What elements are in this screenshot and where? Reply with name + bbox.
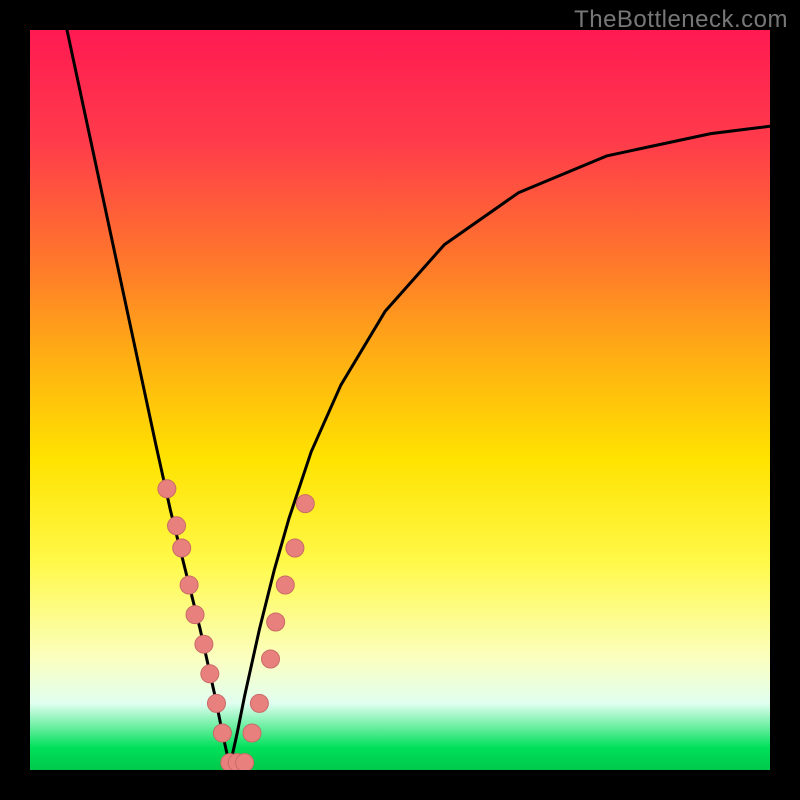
- curve-marker: [267, 613, 285, 631]
- plot-area: [30, 30, 770, 770]
- curve-marker: [243, 724, 261, 742]
- curve-marker: [213, 724, 231, 742]
- curve-marker: [186, 606, 204, 624]
- curve-marker: [195, 635, 213, 653]
- curve-marker: [262, 650, 280, 668]
- curve-marker: [173, 539, 191, 557]
- curve-marker: [168, 517, 186, 535]
- chart-canvas: TheBottleneck.com: [0, 0, 800, 800]
- curve-marker: [201, 665, 219, 683]
- curve-marker: [296, 495, 314, 513]
- curve-marker: [158, 480, 176, 498]
- bottleneck-curve: [67, 30, 770, 766]
- curve-marker: [276, 576, 294, 594]
- curve-marker: [236, 754, 254, 770]
- marker-group: [158, 480, 314, 770]
- curve-marker: [180, 576, 198, 594]
- curve-marker: [207, 694, 225, 712]
- plot-svg: [30, 30, 770, 770]
- curve-marker: [286, 539, 304, 557]
- curve-marker: [250, 694, 268, 712]
- watermark-text: TheBottleneck.com: [574, 6, 788, 34]
